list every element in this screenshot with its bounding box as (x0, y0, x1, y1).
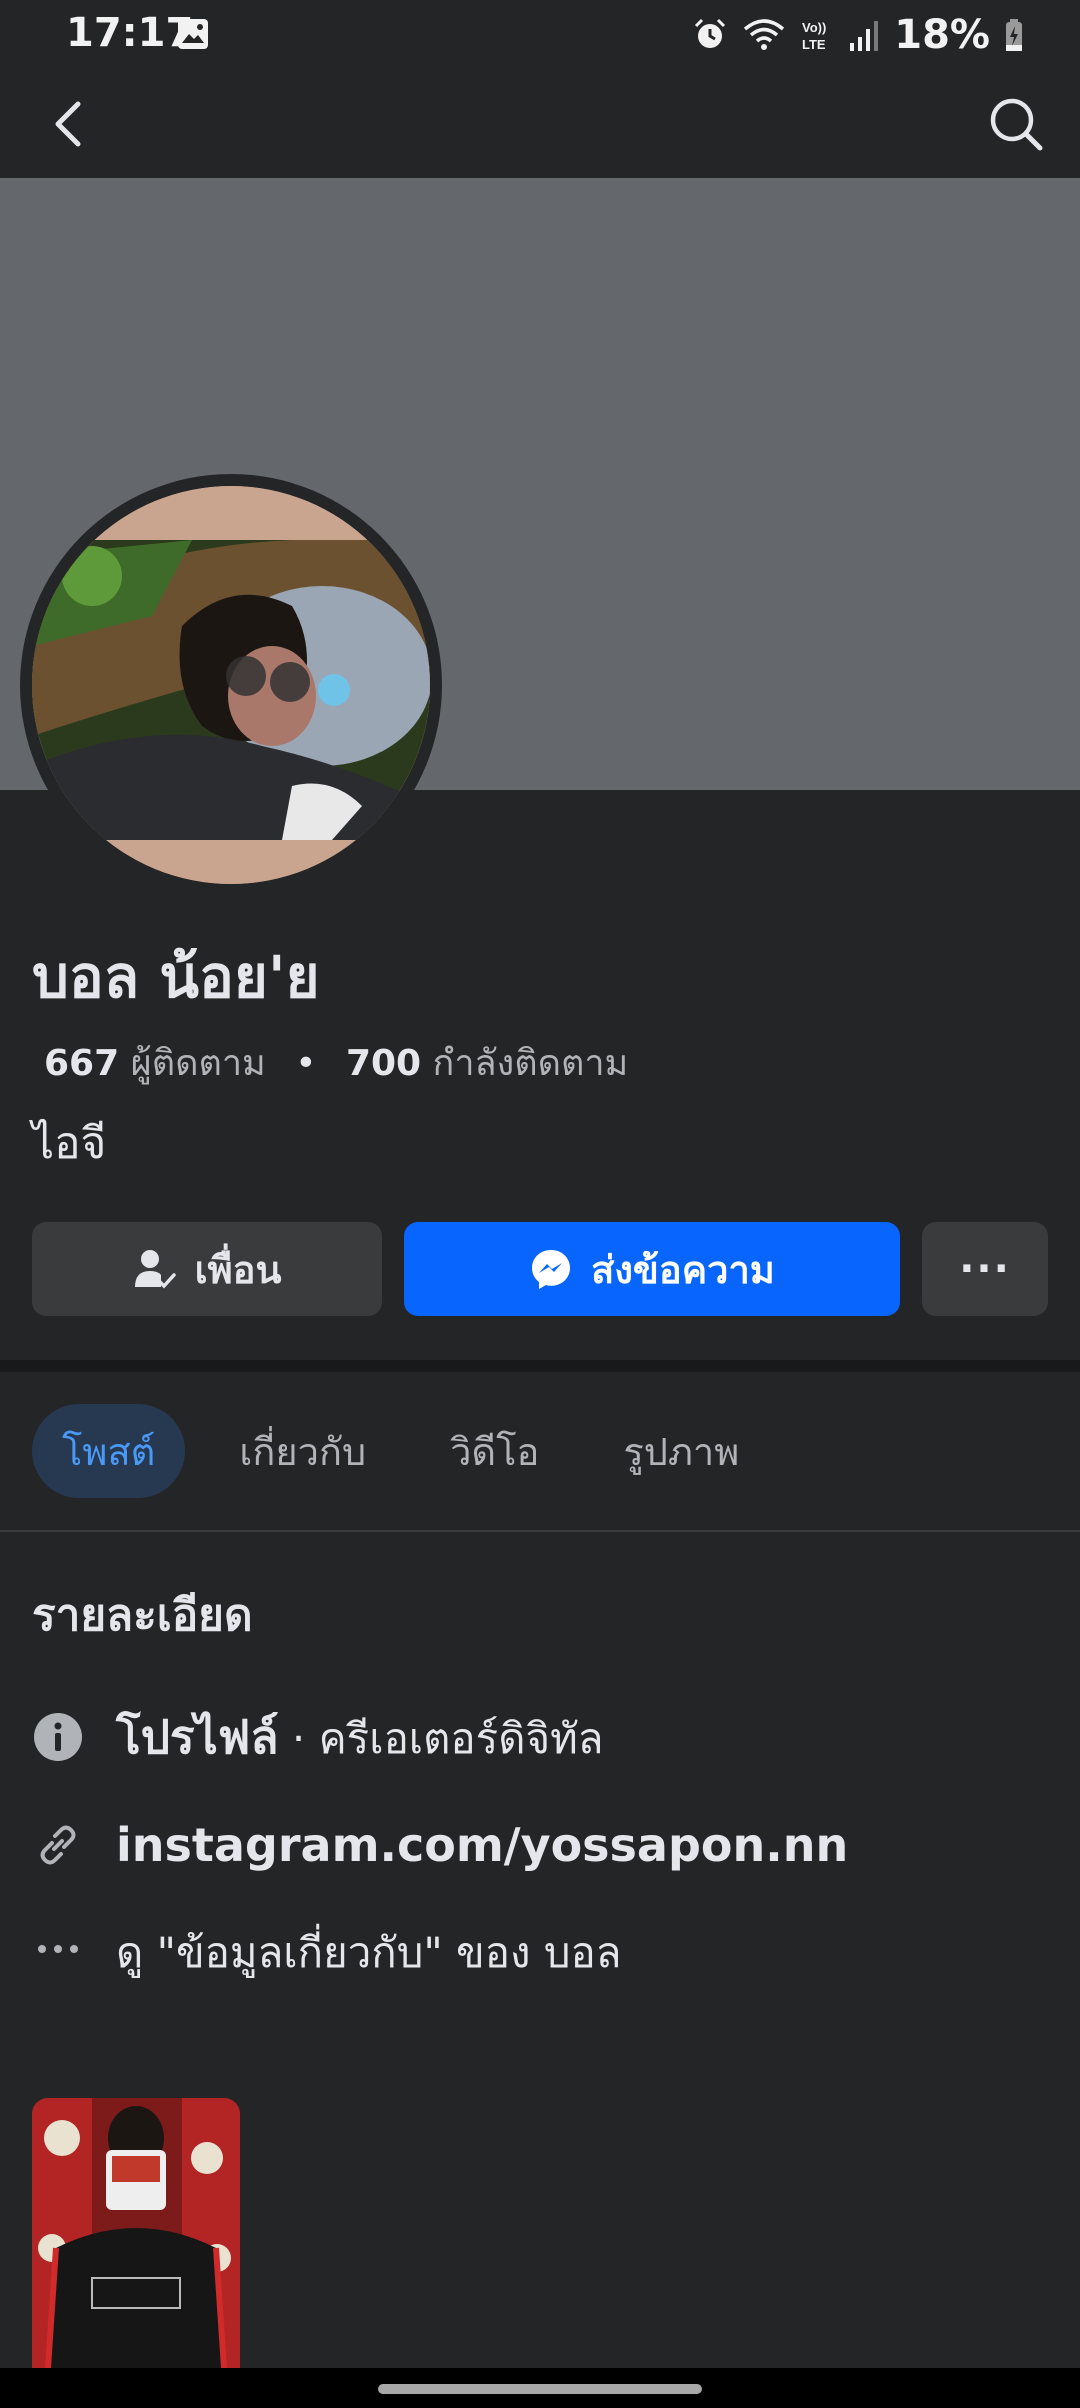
details-title: รายละเอียด (32, 1590, 253, 1641)
friends-label: เพื่อน (194, 1247, 282, 1292)
image-icon (178, 19, 208, 49)
message-label: ส่งข้อความ (591, 1247, 775, 1292)
followers-count[interactable]: 667 (44, 1043, 119, 1084)
followers-label[interactable]: ผู้ติดตาม (131, 1043, 266, 1084)
instagram-link[interactable]: instagram.com/yossapon.nn (116, 1818, 848, 1872)
battery-charging-icon (1006, 19, 1022, 51)
tab-videos[interactable]: วิดีโอ (450, 1404, 539, 1498)
search-icon (990, 98, 1043, 151)
status-bar: 17:17 Vo)) LTE 18% (0, 0, 1080, 72)
status-time: 17:17 (66, 10, 194, 56)
back-chevron-icon (55, 101, 81, 147)
wifi-icon (744, 19, 785, 50)
message-button[interactable]: ส่งข้อความ (404, 1222, 900, 1316)
tab-photos[interactable]: รูปภาพ (623, 1404, 739, 1498)
link-icon (40, 1825, 76, 1865)
svg-text:Vo)): Vo)) (802, 20, 826, 35)
profile-tabs: โพสต์ เกี่ยวกับ วิดีโอ รูปภาพ (32, 1404, 823, 1498)
profile-bio: ไอจี (32, 1118, 107, 1169)
friend-check-icon (134, 1250, 176, 1289)
status-icons: Vo)) LTE 18% (692, 10, 1024, 60)
tab-about[interactable]: เกี่ยวกับ (239, 1404, 366, 1498)
volte-icon: Vo)) LTE (802, 20, 826, 52)
tabs-divider (0, 1530, 1080, 1532)
featured-photo[interactable] (32, 2098, 240, 2368)
search-button[interactable] (984, 92, 1048, 156)
info-icon (34, 1713, 82, 1761)
tab-posts[interactable]: โพสต์ (32, 1404, 186, 1498)
avatar-photo (32, 486, 430, 884)
featured-photo-image (32, 2098, 240, 2368)
section-divider (0, 1360, 1080, 1372)
profile-picture[interactable] (20, 474, 442, 896)
see-about-link[interactable]: ดู "ข้อมูลเกี่ยวกับ" ของ บอล (116, 1920, 621, 1986)
stats-separator: • (295, 1043, 317, 1084)
more-dots-icon (38, 1945, 78, 1953)
detail-see-about[interactable]: ดู "ข้อมูลเกี่ยวกับ" ของ บอล (32, 1918, 621, 1988)
more-options-button[interactable]: ··· (922, 1222, 1048, 1316)
follow-stats: 667 ผู้ติดตาม • 700 กำลังติดตาม (44, 1034, 628, 1091)
following-label[interactable]: กำลังติดตาม (433, 1043, 629, 1084)
svg-text:LTE: LTE (802, 37, 826, 52)
profile-category: · ครีเอเตอร์ดิจิทัล (278, 1713, 604, 1763)
following-count[interactable]: 700 (346, 1043, 421, 1084)
top-nav (0, 72, 1080, 178)
signal-icon (850, 21, 879, 51)
battery-percent: 18% (894, 12, 990, 58)
more-icon: ··· (959, 1246, 1011, 1292)
avatar (32, 486, 430, 884)
detail-link[interactable]: instagram.com/yossapon.nn (32, 1810, 848, 1880)
alarm-icon (695, 18, 726, 48)
messenger-icon (532, 1250, 571, 1289)
profile-name: บอล น้อย'ย (32, 943, 320, 1011)
friends-button[interactable]: เพื่อน (32, 1222, 382, 1316)
detail-profile-category: โปรไฟล์ · ครีเอเตอร์ดิจิทัล (32, 1702, 604, 1772)
profile-label: โปรไฟล์ (116, 1709, 279, 1764)
back-button[interactable] (38, 92, 102, 156)
profile-screen: 17:17 Vo)) LTE 18% บอล น้อย'ย 667 ผู้ติด… (0, 0, 1080, 2408)
home-indicator[interactable] (378, 2384, 702, 2394)
